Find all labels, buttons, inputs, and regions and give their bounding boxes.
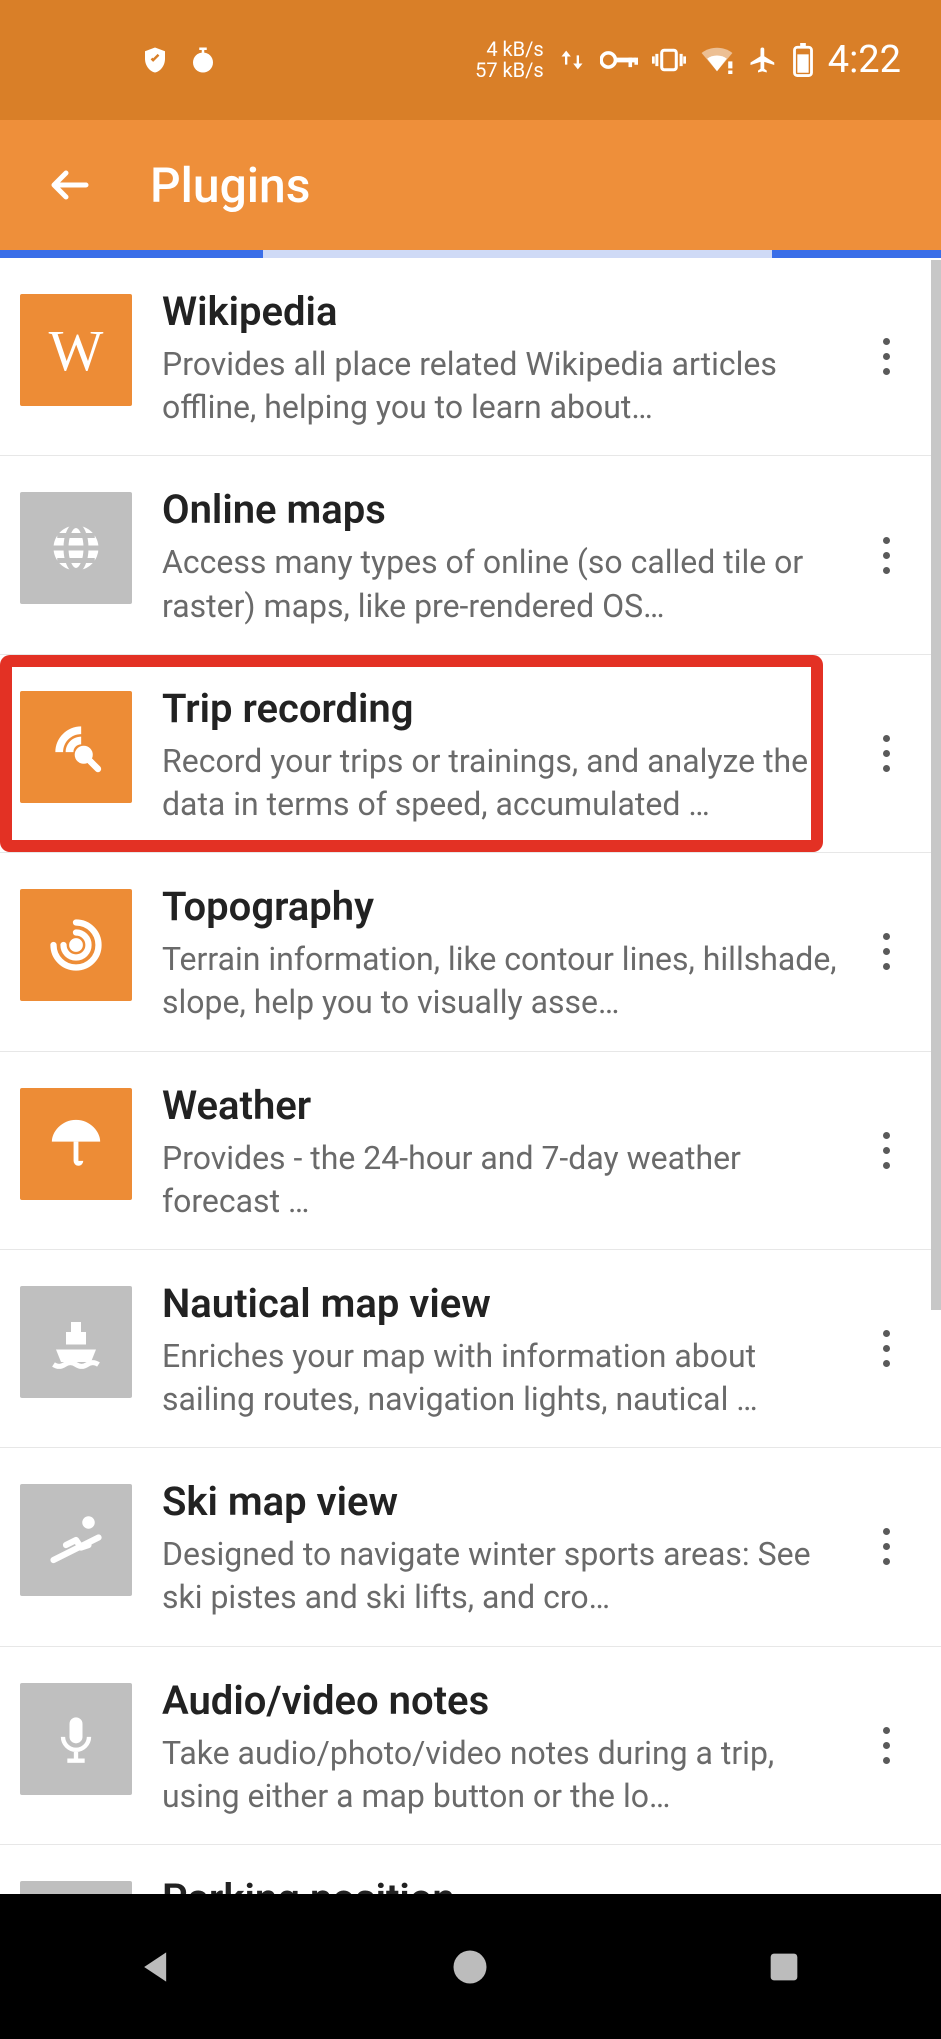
more-menu-button[interactable] (861, 1309, 911, 1389)
plugin-row-wikipedia[interactable]: W Wikipedia Provides all place related Wik… (0, 258, 941, 456)
plugin-description: Provides - the 24-hour and 7-day weather… (162, 1137, 851, 1223)
plugin-content: Online maps Access many types of online (… (162, 486, 921, 627)
nav-home-button[interactable] (438, 1935, 502, 1999)
letter-W-icon: W (20, 294, 132, 406)
plugin-title: Topography (162, 883, 851, 930)
plugin-content: Topography Terrain information, like cont… (162, 883, 921, 1024)
battery-icon (792, 43, 814, 77)
plugin-row-ski[interactable]: Ski map view Designed to navigate winter … (0, 1448, 941, 1646)
plugin-description: Record your trips or trainings, and anal… (162, 740, 851, 826)
plugin-content: Wikipedia Provides all place related Wiki… (162, 288, 921, 429)
back-button[interactable] (40, 155, 100, 215)
plugin-title: Ski map view (162, 1478, 851, 1525)
system-nav-bar (0, 1894, 941, 2039)
plugin-title: Online maps (162, 486, 851, 533)
status-bar: 4 kB/s 57 kB/s 4:22 (0, 0, 941, 120)
plugin-row-weather[interactable]: Weather Provides - the 24-hour and 7-day … (0, 1052, 941, 1250)
updown-arrows-icon (558, 43, 586, 77)
plugin-row-onlinemaps[interactable]: Online maps Access many types of online (… (0, 456, 941, 654)
plugin-description: Take audio/photo/video notes during a tr… (162, 1732, 851, 1818)
rate-down: 57 kB/s (475, 60, 544, 81)
more-menu-button[interactable] (861, 1507, 911, 1587)
app-icon (188, 45, 218, 75)
nav-recent-button[interactable] (752, 1935, 816, 1999)
contour-icon (20, 889, 132, 1001)
plugin-description: Enriches your map with information about… (162, 1335, 851, 1421)
plugin-row-nautical[interactable]: Nautical map view Enriches your map with … (0, 1250, 941, 1448)
more-menu-button[interactable] (861, 912, 911, 992)
plugin-row-trip[interactable]: Trip recording Record your trips or train… (0, 655, 941, 853)
plugin-description: Access many types of online (so called t… (162, 541, 851, 627)
vibrate-icon (652, 47, 686, 73)
app-bar: Plugins (0, 120, 941, 250)
plugin-content: Nautical map view Enriches your map with … (162, 1280, 921, 1421)
status-left-icons (140, 45, 218, 75)
more-menu-button[interactable] (861, 713, 911, 793)
more-menu-button[interactable] (861, 1705, 911, 1785)
plugin-row-topo[interactable]: Topography Terrain information, like cont… (0, 853, 941, 1051)
mic-icon (20, 1683, 132, 1795)
plugin-title: Weather (162, 1082, 851, 1129)
plugin-description: Provides all place related Wikipedia art… (162, 343, 851, 429)
plugin-list: W Wikipedia Provides all place related Wik… (0, 258, 941, 2020)
plugin-row-av[interactable]: Audio/video notes Take audio/photo/video … (0, 1647, 941, 1845)
plugin-content: Weather Provides - the 24-hour and 7-day … (162, 1082, 921, 1223)
plugin-title: Trip recording (162, 685, 851, 732)
more-menu-button[interactable] (861, 1110, 911, 1190)
plugin-content: Ski map view Designed to navigate winter … (162, 1478, 921, 1619)
loading-indicator (0, 250, 941, 258)
rate-up: 4 kB/s (475, 39, 544, 60)
status-right-group: 4 kB/s 57 kB/s 4:22 (475, 38, 901, 82)
plugin-content: Trip recording Record your trips or train… (162, 685, 921, 826)
plugin-title: Wikipedia (162, 288, 851, 335)
network-rates: 4 kB/s 57 kB/s (475, 39, 544, 81)
scrollbar[interactable] (931, 260, 941, 1310)
clock-time: 4:22 (828, 38, 901, 82)
plugin-title: Audio/video notes (162, 1677, 851, 1724)
page-title: Plugins (150, 157, 310, 214)
nav-back-button[interactable] (125, 1935, 189, 1999)
shield-check-icon (140, 45, 170, 75)
boat-icon (20, 1286, 132, 1398)
plugin-description: Designed to navigate winter sports areas… (162, 1533, 851, 1619)
umbrella-icon (20, 1088, 132, 1200)
vpn-key-icon (600, 48, 638, 72)
plugin-description: Terrain information, like contour lines,… (162, 938, 851, 1024)
satellite-icon (20, 691, 132, 803)
plugin-title: Nautical map view (162, 1280, 851, 1327)
airplane-icon (748, 45, 778, 75)
ski-icon (20, 1484, 132, 1596)
wifi-alert-icon (700, 46, 734, 74)
globe-icon (20, 492, 132, 604)
more-menu-button[interactable] (861, 515, 911, 595)
plugin-content: Audio/video notes Take audio/photo/video … (162, 1677, 921, 1818)
more-menu-button[interactable] (861, 317, 911, 397)
